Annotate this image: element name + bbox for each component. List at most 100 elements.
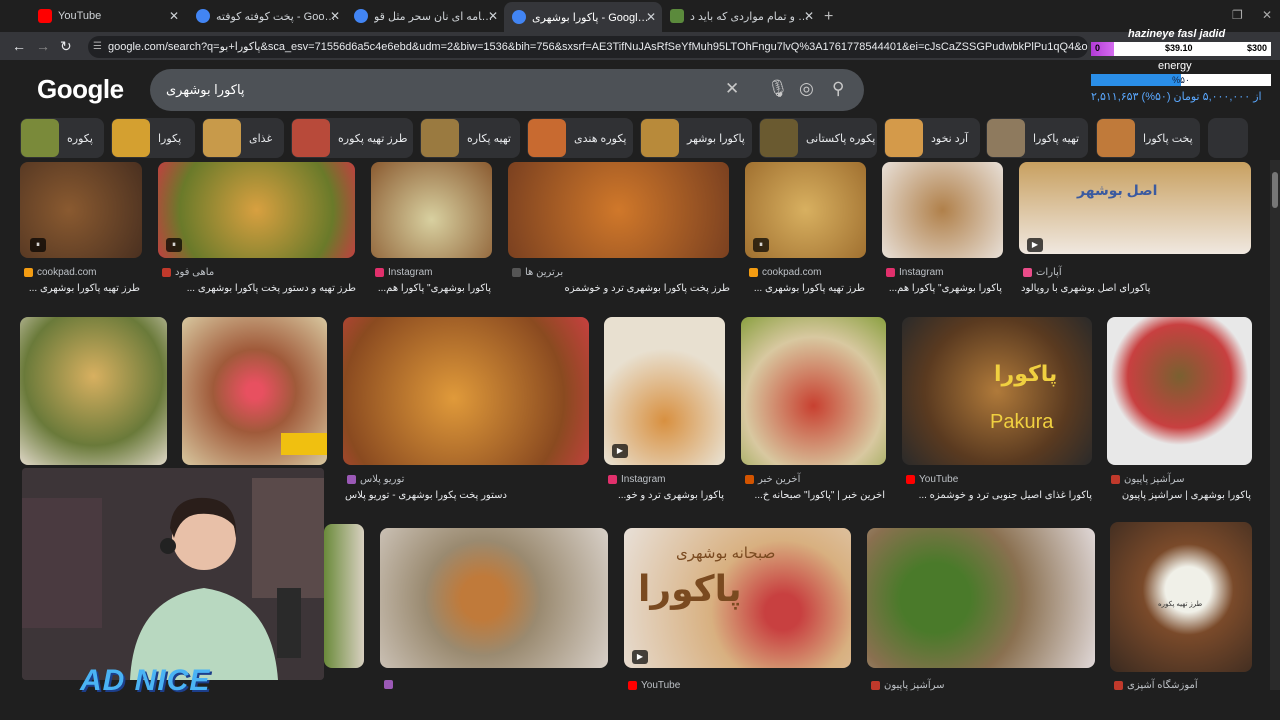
chip[interactable]: پکوره پاکستانی [759, 118, 877, 158]
url-field[interactable]: ☰ google.com/search?q=پاکورا+بو&sca_esv=… [88, 36, 1088, 58]
search-box[interactable]: پاکورا بوشهری ✕ 🎙 ◎ ⚲ [150, 69, 864, 111]
back-icon[interactable]: ← [12, 38, 26, 54]
result-source[interactable]: سرآشپز پاپیون [871, 680, 945, 691]
result-source[interactable]: Instagram [375, 267, 432, 278]
close-icon[interactable]: ✕ [488, 9, 498, 23]
clear-icon[interactable]: ✕ [725, 79, 739, 99]
instagram-icon [375, 268, 384, 277]
lens-icon[interactable]: ◎ [799, 79, 814, 99]
result-image[interactable] [882, 162, 1003, 258]
energy-progress-bar: %۵۰ [1091, 74, 1271, 86]
result-caption[interactable]: پاکورا بوشهری" پاکورا هم... [886, 283, 1002, 294]
chip[interactable]: آرد نخود [884, 118, 980, 158]
result-source[interactable]: YouTube [628, 680, 680, 691]
result-image[interactable] [380, 528, 608, 668]
forward-icon[interactable]: → [36, 38, 50, 54]
energy-percent: %۵۰ [1172, 75, 1190, 85]
close-icon[interactable]: ✕ [169, 9, 179, 23]
result-image[interactable] [1107, 317, 1252, 465]
scrollbar[interactable] [1270, 160, 1280, 690]
close-window-icon[interactable]: ✕ [1262, 8, 1272, 22]
result-caption[interactable]: دستور پخت پکورا بوشهری - توریو پلاس [345, 490, 589, 501]
chip[interactable]: طرز تهیه پکوره [291, 118, 413, 158]
result-source[interactable]: توریو پلاس [347, 474, 404, 485]
tab-label: پخت کوفته کوفته - Google Search [216, 10, 336, 23]
search-icon[interactable]: ⚲ [832, 79, 844, 99]
search-input[interactable]: پاکورا بوشهری [150, 69, 864, 111]
tab-search-pakora[interactable]: پاکورا بوشهری - Google Search ✕ [504, 2, 662, 32]
chip-label: پکوره [67, 132, 93, 145]
result-caption[interactable]: پاکورا بوشهری | سرآشپز پاپیون [1109, 490, 1251, 501]
scrollbar-thumb[interactable] [1272, 172, 1278, 208]
result-caption[interactable]: پاکورا بوشهری" پاکورا هم... [375, 283, 491, 294]
result-image[interactable] [741, 317, 886, 465]
result-caption[interactable]: پاکورا بوشهری ترد و خو... [608, 490, 724, 501]
result-source[interactable]: سرآشپز پاپیون [1111, 474, 1185, 485]
result-image[interactable] [604, 317, 725, 465]
result-image[interactable] [324, 524, 364, 668]
result-caption[interactable]: طرز تهیه و دستور پخت پاکورا بوشهری ... [160, 283, 356, 294]
chip-thumbnail [292, 119, 330, 157]
result-source[interactable]: برترین ها [512, 267, 563, 278]
url-text: google.com/search?q=پاکورا+بو&sca_esv=71… [108, 41, 1088, 53]
result-caption[interactable]: پاکورای اصل بوشهری با روپالود [1021, 283, 1251, 294]
reload-icon[interactable]: ↻ [60, 38, 72, 55]
result-image[interactable]: پاکورا Pakura [902, 317, 1092, 465]
tab-youtube[interactable]: YouTube ✕ [30, 4, 185, 28]
site-info-icon[interactable]: ☰ [93, 36, 102, 58]
result-image[interactable]: طرز تهیه پکوره [1110, 522, 1252, 672]
result-image[interactable] [371, 162, 492, 258]
new-tab-button[interactable]: + [824, 8, 833, 26]
chip[interactable]: پخت پاکورا [1096, 118, 1200, 158]
result-caption[interactable]: آخرین خبر | "پاکورا" صبحانه خ... [745, 490, 886, 501]
result-source[interactable]: Instagram [886, 267, 943, 278]
result-source[interactable]: Instagram [608, 474, 665, 485]
maximize-icon[interactable]: ❐ [1232, 8, 1243, 22]
chip-partial[interactable] [1208, 118, 1248, 158]
tab-label: الکل خرما و تمام مواردی که باید د [690, 10, 810, 23]
result-caption[interactable]: پاکورا غذای اصیل جنوبی ترد و خوشمزه ... [904, 490, 1092, 501]
result-source[interactable]: آخرین خبر [745, 474, 800, 485]
result-source[interactable]: ماهی فود [162, 267, 214, 278]
microphone-icon[interactable]: 🎙 [767, 79, 789, 99]
result-source[interactable]: cookpad.com [749, 267, 821, 278]
google-logo[interactable]: Google [37, 74, 124, 105]
result-caption[interactable]: طرز تهیه پاکورا بوشهری ... [24, 283, 140, 294]
close-icon[interactable]: ✕ [804, 9, 814, 23]
result-image[interactable] [158, 162, 355, 258]
tab-search-kofte[interactable]: پخت کوفته کوفته - Google Search ✕ [188, 4, 346, 28]
close-icon[interactable]: ✕ [646, 10, 656, 24]
site-icon [670, 9, 684, 23]
chip[interactable]: پکورا [111, 118, 195, 158]
result-source[interactable]: آموزشگاه آشپزی [1114, 680, 1198, 691]
result-source[interactable]: YouTube [906, 474, 958, 485]
chip[interactable]: تهیه پکاره [420, 118, 520, 158]
close-icon[interactable]: ✕ [330, 9, 340, 23]
result-image[interactable] [343, 317, 589, 465]
youtube-icon [38, 9, 52, 23]
chip-label: تهیه پکاره [467, 132, 511, 145]
result-image[interactable] [867, 528, 1095, 668]
chip[interactable]: پاکورا بوشهر [640, 118, 752, 158]
image-overlay-banner: صبحانه بوشهری [676, 545, 776, 562]
chip-thumbnail [987, 119, 1025, 157]
chip[interactable]: تهیه پاکورا [986, 118, 1088, 158]
chip[interactable]: پکوره [20, 118, 104, 158]
source-favicon-icon [512, 268, 521, 277]
result-caption[interactable]: طرز پخت پاکورا بوشهری ترد و خوشمزه [510, 283, 730, 294]
image-overlay-title: پاکورا [994, 361, 1058, 386]
result-image[interactable] [508, 162, 729, 258]
chip[interactable]: غذای [202, 118, 284, 158]
result-caption[interactable]: طرز تهیه پاکورا بوشهری ... [749, 283, 865, 294]
result-image[interactable] [182, 317, 327, 465]
tab-label: نون خامه ای نان سحر مثل قو - ch [374, 10, 494, 23]
tab-article[interactable]: الکل خرما و تمام مواردی که باید د ✕ [662, 4, 820, 28]
tab-search-nan[interactable]: نون خامه ای نان سحر مثل قو - ch ✕ [346, 4, 504, 28]
result-source[interactable] [384, 680, 397, 689]
result-source[interactable]: آپارات [1023, 267, 1062, 278]
chip[interactable]: پکوره هندی [527, 118, 633, 158]
result-image[interactable]: صبحانه بوشهری پاکورا [624, 528, 851, 668]
result-source[interactable]: cookpad.com [24, 267, 96, 278]
result-image[interactable]: اصل بوشهر [1019, 162, 1251, 254]
result-image[interactable] [20, 317, 167, 465]
